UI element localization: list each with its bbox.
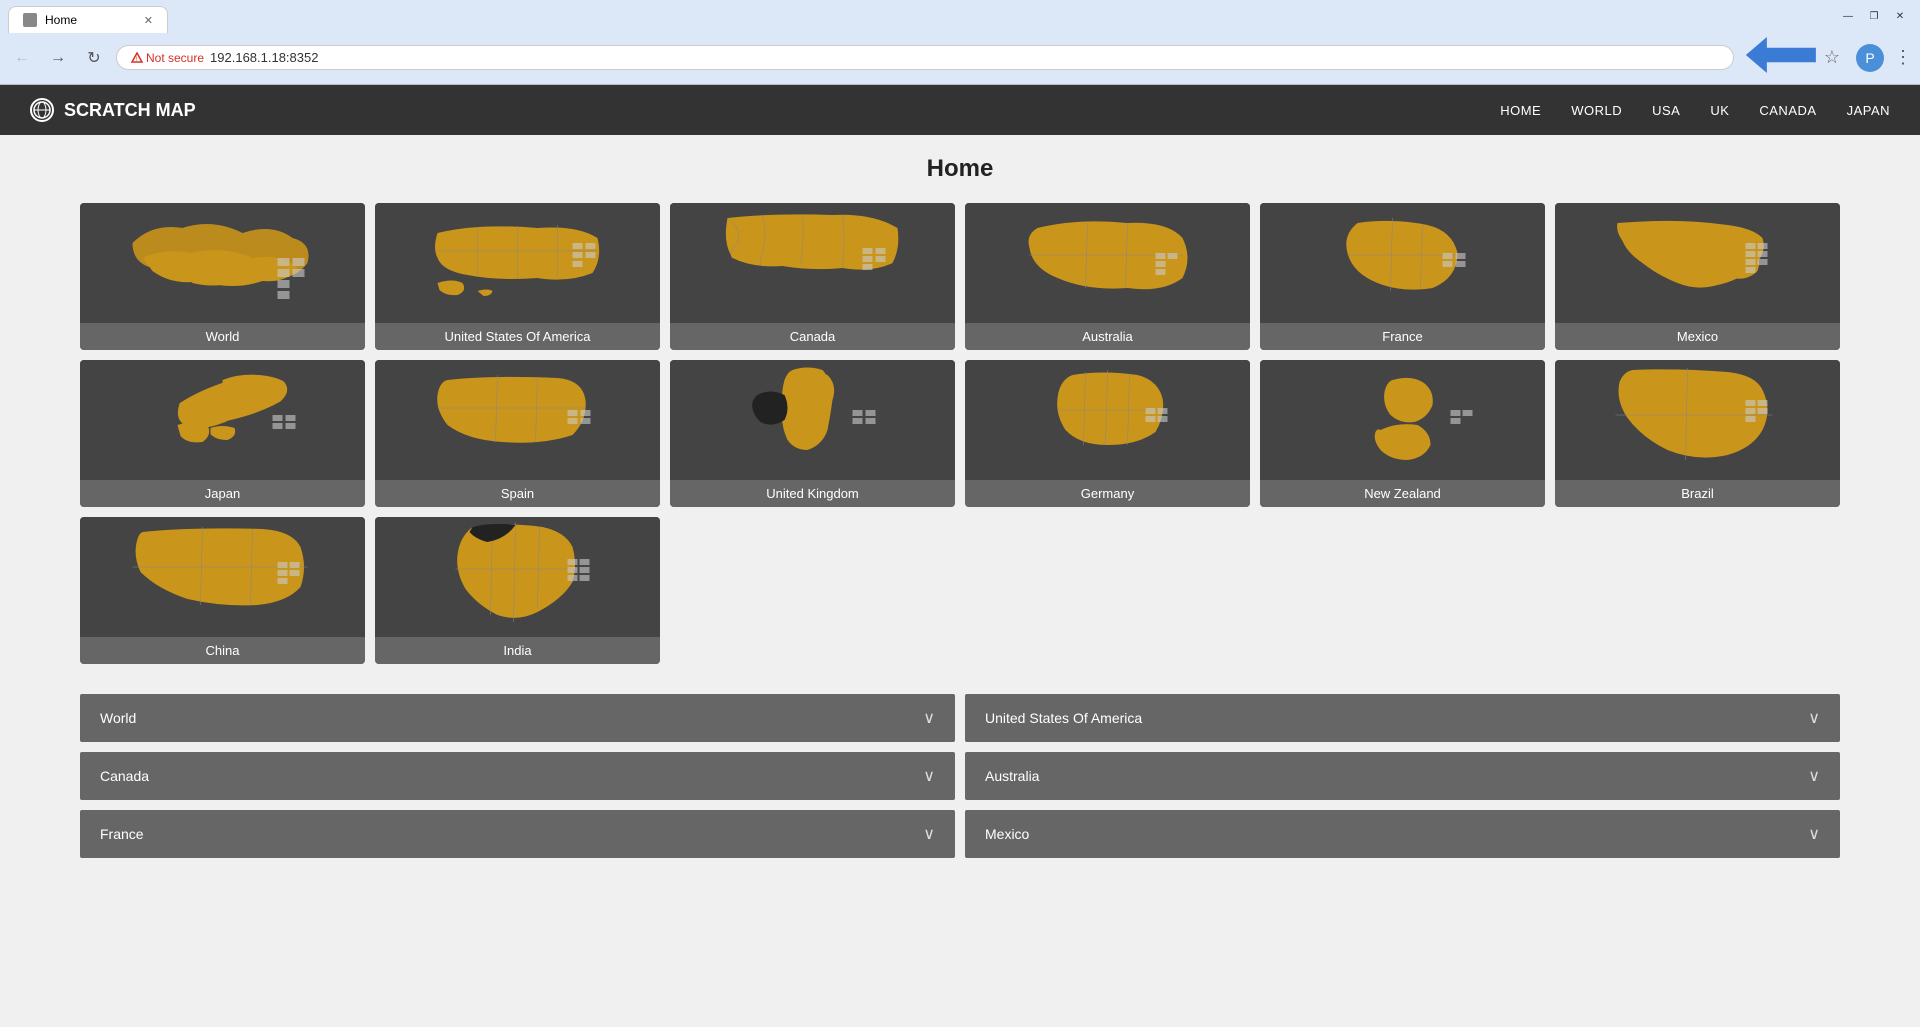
map-card-brazil[interactable]: Brazil <box>1555 360 1840 507</box>
accordion-label-mexico: Mexico <box>985 826 1029 842</box>
nav-uk[interactable]: UK <box>1710 103 1729 118</box>
map-card-spain[interactable]: Spain <box>375 360 660 507</box>
map-card-image-uk <box>670 360 955 480</box>
accordion-label-usa: United States Of America <box>985 710 1142 726</box>
map-card-china[interactable]: China <box>80 517 365 664</box>
map-card-australia[interactable]: Australia <box>965 203 1250 350</box>
chevron-down-icon-canada: ∨ <box>923 766 935 786</box>
map-card-mexico[interactable]: Mexico <box>1555 203 1840 350</box>
map-card-image-australia <box>965 203 1250 323</box>
navbar: SCRATCH MAP HOME WORLD USA UK CANADA JAP… <box>0 85 1920 135</box>
back-button[interactable]: ← <box>8 44 36 72</box>
map-card-label-canada: Canada <box>670 323 955 350</box>
map-card-canada[interactable]: Canada <box>670 203 955 350</box>
browser-extra-icons: P ⋮ <box>1856 44 1912 72</box>
tab-favicon <box>23 13 37 27</box>
nav-home[interactable]: HOME <box>1500 103 1541 118</box>
accordion-france[interactable]: France ∨ <box>80 810 955 858</box>
map-card-image-canada <box>670 203 955 323</box>
map-card-image-brazil <box>1555 360 1840 480</box>
chevron-down-icon-france: ∨ <box>923 824 935 844</box>
map-card-image-germany <box>965 360 1250 480</box>
map-card-japan[interactable]: Japan <box>80 360 365 507</box>
map-card-image-mexico <box>1555 203 1840 323</box>
chevron-down-icon-usa: ∨ <box>1808 708 1820 728</box>
nav-usa[interactable]: USA <box>1652 103 1680 118</box>
accordion-label-france: France <box>100 826 144 842</box>
map-card-image-india <box>375 517 660 637</box>
browser-menu-button[interactable]: ⋮ <box>1894 47 1912 68</box>
map-card-newzealand[interactable]: New Zealand <box>1260 360 1545 507</box>
tab-title: Home <box>45 13 77 27</box>
map-card-label-usa: United States Of America <box>375 323 660 350</box>
accordion-world[interactable]: World ∨ <box>80 694 955 742</box>
page-title: Home <box>80 155 1840 183</box>
map-card-label-uk: United Kingdom <box>670 480 955 507</box>
security-warning: ! Not secure <box>131 51 204 65</box>
map-card-image-world <box>80 203 365 323</box>
reload-button[interactable]: ↻ <box>80 44 108 72</box>
chevron-down-icon-australia: ∨ <box>1808 766 1820 786</box>
accordion-section: World ∨ United States Of America ∨ Canad… <box>80 694 1840 858</box>
map-card-image-china <box>80 517 365 637</box>
map-card-label-mexico: Mexico <box>1555 323 1840 350</box>
map-card-france[interactable]: France <box>1260 203 1545 350</box>
map-card-usa[interactable]: United States Of America <box>375 203 660 350</box>
close-window-button[interactable]: ✕ <box>1890 6 1910 26</box>
map-card-image-france <box>1260 203 1545 323</box>
forward-button[interactable]: → <box>44 44 72 72</box>
accordion-label-australia: Australia <box>985 768 1039 784</box>
address-bar[interactable]: ! Not secure 192.168.1.18:8352 <box>116 45 1734 70</box>
tab-close-button[interactable]: ✕ <box>144 14 153 27</box>
chevron-down-icon-mexico: ∨ <box>1808 824 1820 844</box>
map-card-label-newzealand: New Zealand <box>1260 480 1545 507</box>
map-card-image-usa <box>375 203 660 323</box>
map-card-label-france: France <box>1260 323 1545 350</box>
profile-icon[interactable]: P <box>1856 44 1884 72</box>
accordion-usa[interactable]: United States Of America ∨ <box>965 694 1840 742</box>
accordion-label-world: World <box>100 710 136 726</box>
map-card-uk[interactable]: United Kingdom <box>670 360 955 507</box>
map-card-label-germany: Germany <box>965 480 1250 507</box>
map-card-image-japan <box>80 360 365 480</box>
main-content: Home World <box>0 135 1920 888</box>
map-grid: World <box>80 203 1840 664</box>
map-card-image-newzealand <box>1260 360 1545 480</box>
map-card-label-china: China <box>80 637 365 664</box>
chevron-down-icon-world: ∨ <box>923 708 935 728</box>
map-card-label-brazil: Brazil <box>1555 480 1840 507</box>
nav-canada[interactable]: CANADA <box>1759 103 1816 118</box>
arrow-annotation <box>1746 37 1816 78</box>
accordion-mexico[interactable]: Mexico ∨ <box>965 810 1840 858</box>
brand-text: SCRATCH MAP <box>64 100 196 121</box>
accordion-canada[interactable]: Canada ∨ <box>80 752 955 800</box>
map-card-world[interactable]: World <box>80 203 365 350</box>
map-card-label-india: India <box>375 637 660 664</box>
minimize-button[interactable]: — <box>1838 6 1858 26</box>
map-card-label-spain: Spain <box>375 480 660 507</box>
nav-links: HOME WORLD USA UK CANADA JAPAN <box>1500 103 1890 118</box>
navbar-brand[interactable]: SCRATCH MAP <box>30 98 196 122</box>
nav-japan[interactable]: JAPAN <box>1847 103 1890 118</box>
map-card-label-world: World <box>80 323 365 350</box>
accordion-australia[interactable]: Australia ∨ <box>965 752 1840 800</box>
map-card-india[interactable]: India <box>375 517 660 664</box>
nav-world[interactable]: WORLD <box>1571 103 1622 118</box>
bookmark-icon[interactable]: ☆ <box>1824 47 1840 68</box>
map-card-label-japan: Japan <box>80 480 365 507</box>
accordion-label-canada: Canada <box>100 768 149 784</box>
window-controls: — ❐ ✕ <box>1838 6 1910 26</box>
map-card-label-australia: Australia <box>965 323 1250 350</box>
map-card-germany[interactable]: Germany <box>965 360 1250 507</box>
url-display: 192.168.1.18:8352 <box>210 50 318 65</box>
restore-button[interactable]: ❐ <box>1864 6 1884 26</box>
browser-tab[interactable]: Home ✕ <box>8 6 168 33</box>
map-card-image-spain <box>375 360 660 480</box>
globe-icon <box>30 98 54 122</box>
